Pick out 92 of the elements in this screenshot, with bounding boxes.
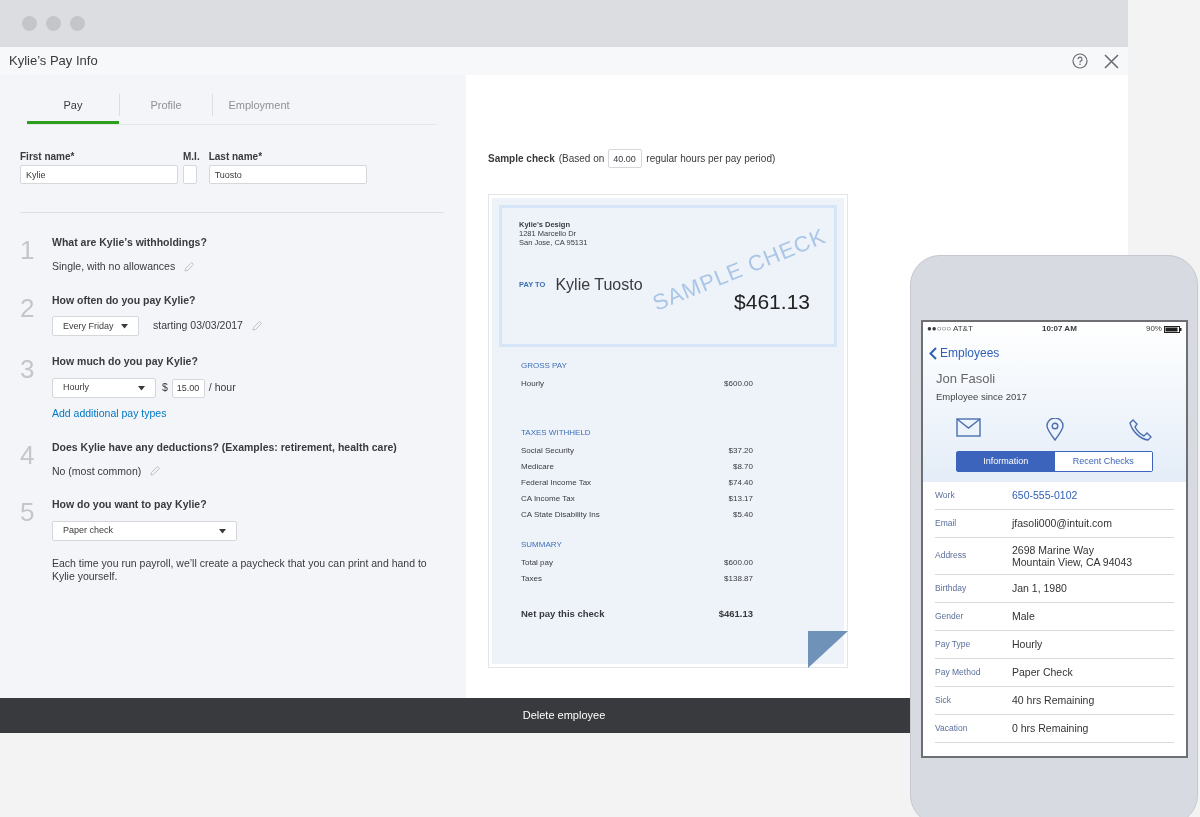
detail-label: Pay Type xyxy=(935,637,972,651)
line-item-amount: $74.40 xyxy=(728,478,753,488)
detail-value: jfasoli000@intuit.com xyxy=(1012,517,1112,530)
dropdown[interactable]: Hourly xyxy=(52,378,156,398)
detail-label: Work xyxy=(935,488,956,502)
line-item-amount: $5.40 xyxy=(732,510,753,520)
back-button[interactable]: Employees xyxy=(929,344,1000,362)
segment-tab[interactable]: Information xyxy=(957,451,1055,471)
detail-label: Sick xyxy=(935,693,953,707)
line-item-label: Social Security xyxy=(521,446,574,456)
summary-text: starting 03/03/2017 xyxy=(153,318,243,334)
line-item-amount: $600.00 xyxy=(724,379,753,389)
question-text: Does Kylie have any deductions? (Examples: retirement, health care) xyxy=(52,439,398,455)
delete-employee-button[interactable]: Delete employee xyxy=(516,704,612,727)
summary-text: Single, with no allowances xyxy=(52,258,176,274)
close-icon[interactable] xyxy=(1104,53,1119,69)
hours-prefix: (Based on xyxy=(558,152,605,166)
detail-label: Email xyxy=(935,516,958,530)
detail-value: Paper Check xyxy=(1012,666,1073,679)
carrier-text: ●●○○○ AT&T xyxy=(927,323,973,335)
location-pin-icon[interactable] xyxy=(1046,417,1064,441)
question-text: How much do you pay Kylie? xyxy=(52,354,199,370)
field-label: First name* xyxy=(20,150,76,161)
detail-value: Male xyxy=(1012,610,1035,623)
caret-icon xyxy=(121,323,128,329)
caret-icon xyxy=(219,528,226,534)
line-item-label: CA State Disability Ins xyxy=(521,510,600,520)
detail-label: Gender xyxy=(935,609,965,623)
rate-field[interactable]: 15.00 xyxy=(171,378,205,398)
phone-icon[interactable] xyxy=(1129,417,1153,441)
net-pay-label: Net pay this check xyxy=(521,607,605,621)
detail-label: Birthday xyxy=(935,581,968,595)
question-text: How often do you pay Kylie? xyxy=(52,292,197,308)
input-field[interactable] xyxy=(183,165,197,184)
employee-since: Employee since 2017 xyxy=(936,389,1028,404)
pencil-icon[interactable] xyxy=(149,465,162,478)
summary-text: No (most common) xyxy=(52,463,142,479)
battery-icon xyxy=(1164,325,1182,333)
payee-name: Kylie Tuosto xyxy=(555,275,643,295)
segment-tab[interactable]: Recent Checks xyxy=(1054,451,1152,471)
pencil-icon[interactable] xyxy=(183,260,196,273)
dropdown[interactable]: Paper check xyxy=(52,521,237,541)
line-item-label: Medicare xyxy=(521,462,554,472)
line-item-label: CA Income Tax xyxy=(521,494,575,504)
mail-icon[interactable] xyxy=(956,417,981,437)
detail-label: Vacation xyxy=(935,721,969,735)
field-label: Last name* xyxy=(208,150,264,161)
dropdown[interactable]: Every Friday xyxy=(52,316,139,337)
back-chevron-icon xyxy=(929,346,937,360)
employee-name: Jon Fasoli xyxy=(936,370,997,388)
battery-percent: 90% xyxy=(1145,323,1162,335)
line-item-label: Hourly xyxy=(521,379,545,389)
hours-field[interactable]: 40.00 xyxy=(608,149,643,168)
line-item-label: Total pay xyxy=(521,558,554,568)
section-heading: GROSS PAY xyxy=(521,360,568,372)
detail-value: 0 hrs Remaining xyxy=(1012,722,1089,735)
line-item-label: Federal Income Tax xyxy=(521,478,592,488)
page-curl-icon xyxy=(808,631,848,668)
question-text: What are Kylie’s withholdings? xyxy=(52,235,208,250)
status-time: 10:07 AM xyxy=(1041,323,1077,335)
detail-value: 2698 Marine Way xyxy=(1012,543,1095,556)
line-item-amount: $600.00 xyxy=(724,558,753,568)
sample-check-label: Sample check xyxy=(488,152,555,166)
line-item-amount: $8.70 xyxy=(732,462,753,472)
line-item-amount: $138.87 xyxy=(724,574,753,584)
detail-label: Address xyxy=(935,549,968,563)
detail-value: Jan 1, 1980 xyxy=(1012,582,1067,595)
section-heading: SUMMARY xyxy=(521,539,563,551)
pencil-icon[interactable] xyxy=(250,320,263,333)
line-item-amount: $13.17 xyxy=(728,494,753,504)
question-text: How do you want to pay Kylie? xyxy=(52,497,208,513)
detail-value: Mountain View, CA 94043 xyxy=(1012,555,1133,568)
unit-label: / hour xyxy=(208,380,236,396)
net-pay-amount: $461.13 xyxy=(718,607,753,621)
line-item-amount: $37.20 xyxy=(728,446,753,456)
caret-icon xyxy=(138,385,145,391)
hours-suffix: regular hours per pay period) xyxy=(646,152,776,166)
tab[interactable]: Pay xyxy=(27,93,119,124)
phone-number-link[interactable]: 650-555-0102 xyxy=(1012,489,1078,502)
detail-value: Hourly xyxy=(1012,638,1043,651)
window-title: Kylie’s Pay Info xyxy=(9,52,98,71)
input-field[interactable]: Tuosto xyxy=(208,165,367,184)
detail-label: Pay Method xyxy=(935,665,982,679)
help-icon[interactable] xyxy=(1072,53,1088,69)
input-field[interactable]: Kylie xyxy=(20,165,178,184)
currency-sign: $ xyxy=(162,380,168,396)
add-pay-types-link[interactable]: Add additional pay types xyxy=(52,406,167,422)
line-item-label: Taxes xyxy=(521,574,542,584)
note-text: Each time you run payroll, we’ll create a paycheck that you can print and hand to Kylie yourself. xyxy=(52,557,428,583)
section-heading: TAXES WITHHELD xyxy=(521,427,592,439)
field-label: M.I. xyxy=(183,150,200,161)
detail-value: 40 hrs Remaining xyxy=(1012,694,1095,707)
